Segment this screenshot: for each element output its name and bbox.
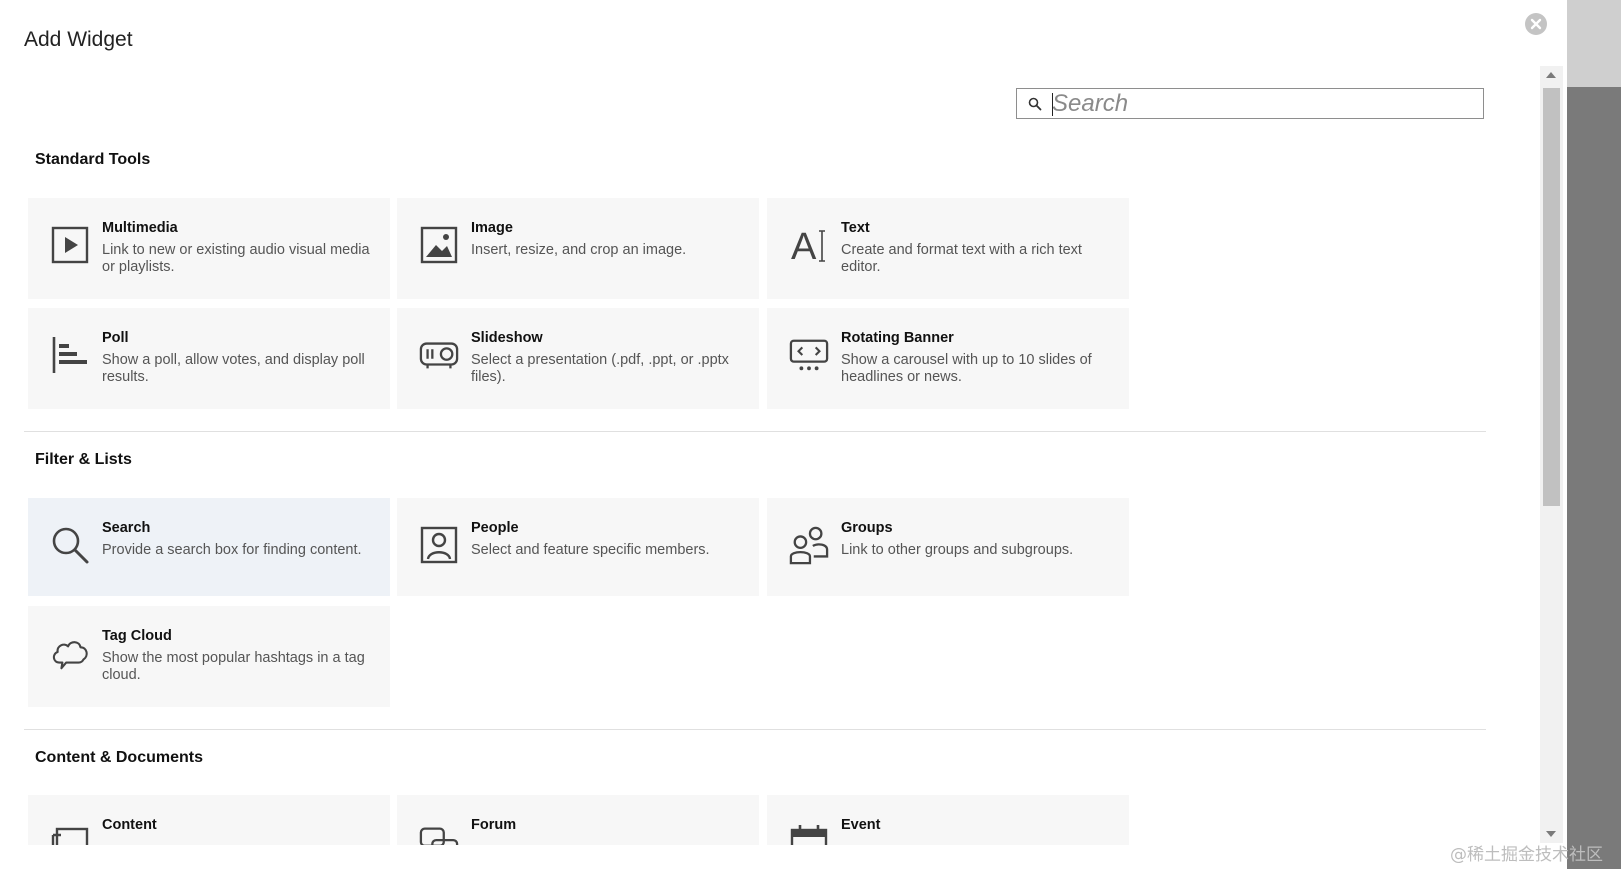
widget-title: Content <box>102 817 157 833</box>
widget-title: Rotating Banner <box>841 330 954 346</box>
widget-description: Create and format text with a rich text … <box>841 242 1082 275</box>
widget-title: Forum <box>471 817 517 833</box>
widget-card-image[interactable]: Image Insert, resize, and crop an image. <box>397 198 759 299</box>
section-divider <box>24 431 1486 432</box>
calendar-icon <box>789 821 829 845</box>
widget-title: Image <box>471 220 513 236</box>
widget-title: People <box>471 520 519 536</box>
text-icon: A <box>789 224 829 266</box>
scroll-down-arrow-icon[interactable] <box>1546 831 1556 837</box>
cloud-icon <box>50 632 90 674</box>
widget-title: Slideshow <box>471 330 543 346</box>
person-card-icon <box>419 524 459 566</box>
widget-card-content[interactable]: Content <box>28 795 390 845</box>
widget-card-rotating-banner[interactable]: Rotating Banner Show a carousel with up … <box>767 308 1129 409</box>
content-icon <box>50 821 90 845</box>
widget-title: Text <box>841 220 870 236</box>
widget-description: Select a presentation (.pdf, .ppt, or .p… <box>471 352 729 385</box>
section-title-content-documents: Content & Documents <box>35 749 203 766</box>
forum-icon <box>419 821 459 845</box>
widget-description: Select and feature specific members. <box>471 542 710 558</box>
widget-card-multimedia[interactable]: Multimedia Link to new or existing audio… <box>28 198 390 299</box>
widget-description: Provide a search box for finding content… <box>102 542 362 558</box>
search-icon <box>1028 97 1042 111</box>
widget-title: Groups <box>841 520 893 536</box>
widget-title: Event <box>841 817 881 833</box>
widget-description: Link to other groups and subgroups. <box>841 542 1074 558</box>
widget-card-forum[interactable]: Forum <box>397 795 759 845</box>
video-play-icon <box>50 224 90 266</box>
widget-description: Show the most popular hashtags in a tag … <box>102 650 365 683</box>
add-widget-dialog: Add Widget Standard Tools Multimedia Lin… <box>0 0 1567 869</box>
search-input[interactable] <box>1052 91 1472 116</box>
search-field[interactable] <box>1016 88 1484 119</box>
widget-title: Search <box>102 520 151 536</box>
watermark: @稀土掘金技术社区 <box>1450 845 1603 865</box>
widget-title: Multimedia <box>102 220 178 236</box>
widget-card-people[interactable]: People Select and feature specific membe… <box>397 498 759 596</box>
search-icon <box>50 524 90 566</box>
poll-icon <box>50 334 90 376</box>
section-title-standard-tools: Standard Tools <box>35 151 151 168</box>
groups-icon <box>789 524 829 566</box>
widget-description: Link to new or existing audio visual med… <box>102 242 370 275</box>
background-overlay-top <box>1567 0 1621 87</box>
widget-card-event[interactable]: Event <box>767 795 1129 845</box>
scrollbar-thumb[interactable] <box>1543 88 1560 506</box>
section-divider <box>24 729 1486 730</box>
text-cursor <box>1052 93 1053 116</box>
widget-card-groups[interactable]: Groups Link to other groups and subgroup… <box>767 498 1129 596</box>
widget-card-slideshow[interactable]: Slideshow Select a presentation (.pdf, .… <box>397 308 759 409</box>
widget-list[interactable]: Standard Tools Multimedia Link to new or… <box>0 0 1540 845</box>
vertical-scrollbar[interactable] <box>1540 66 1563 843</box>
widget-description: Insert, resize, and crop an image. <box>471 242 687 258</box>
widget-title: Tag Cloud <box>102 628 172 644</box>
widget-title: Poll <box>102 330 129 346</box>
widget-description: Show a poll, allow votes, and display po… <box>102 352 365 385</box>
widget-card-poll[interactable]: Poll Show a poll, allow votes, and displ… <box>28 308 390 409</box>
scroll-up-arrow-icon[interactable] <box>1546 72 1556 78</box>
section-title-filter-lists: Filter & Lists <box>35 451 132 468</box>
image-icon <box>419 224 459 266</box>
background-overlay <box>1567 0 1621 869</box>
widget-description: Show a carousel with up to 10 slides of … <box>841 352 1092 385</box>
widget-card-text[interactable]: A Text Create and format text with a ric… <box>767 198 1129 299</box>
widget-card-tag-cloud[interactable]: Tag Cloud Show the most popular hashtags… <box>28 606 390 707</box>
svg-text:A: A <box>791 226 817 265</box>
carousel-icon <box>789 334 829 376</box>
widget-card-search[interactable]: Search Provide a search box for finding … <box>28 498 390 596</box>
projector-icon <box>419 334 459 376</box>
